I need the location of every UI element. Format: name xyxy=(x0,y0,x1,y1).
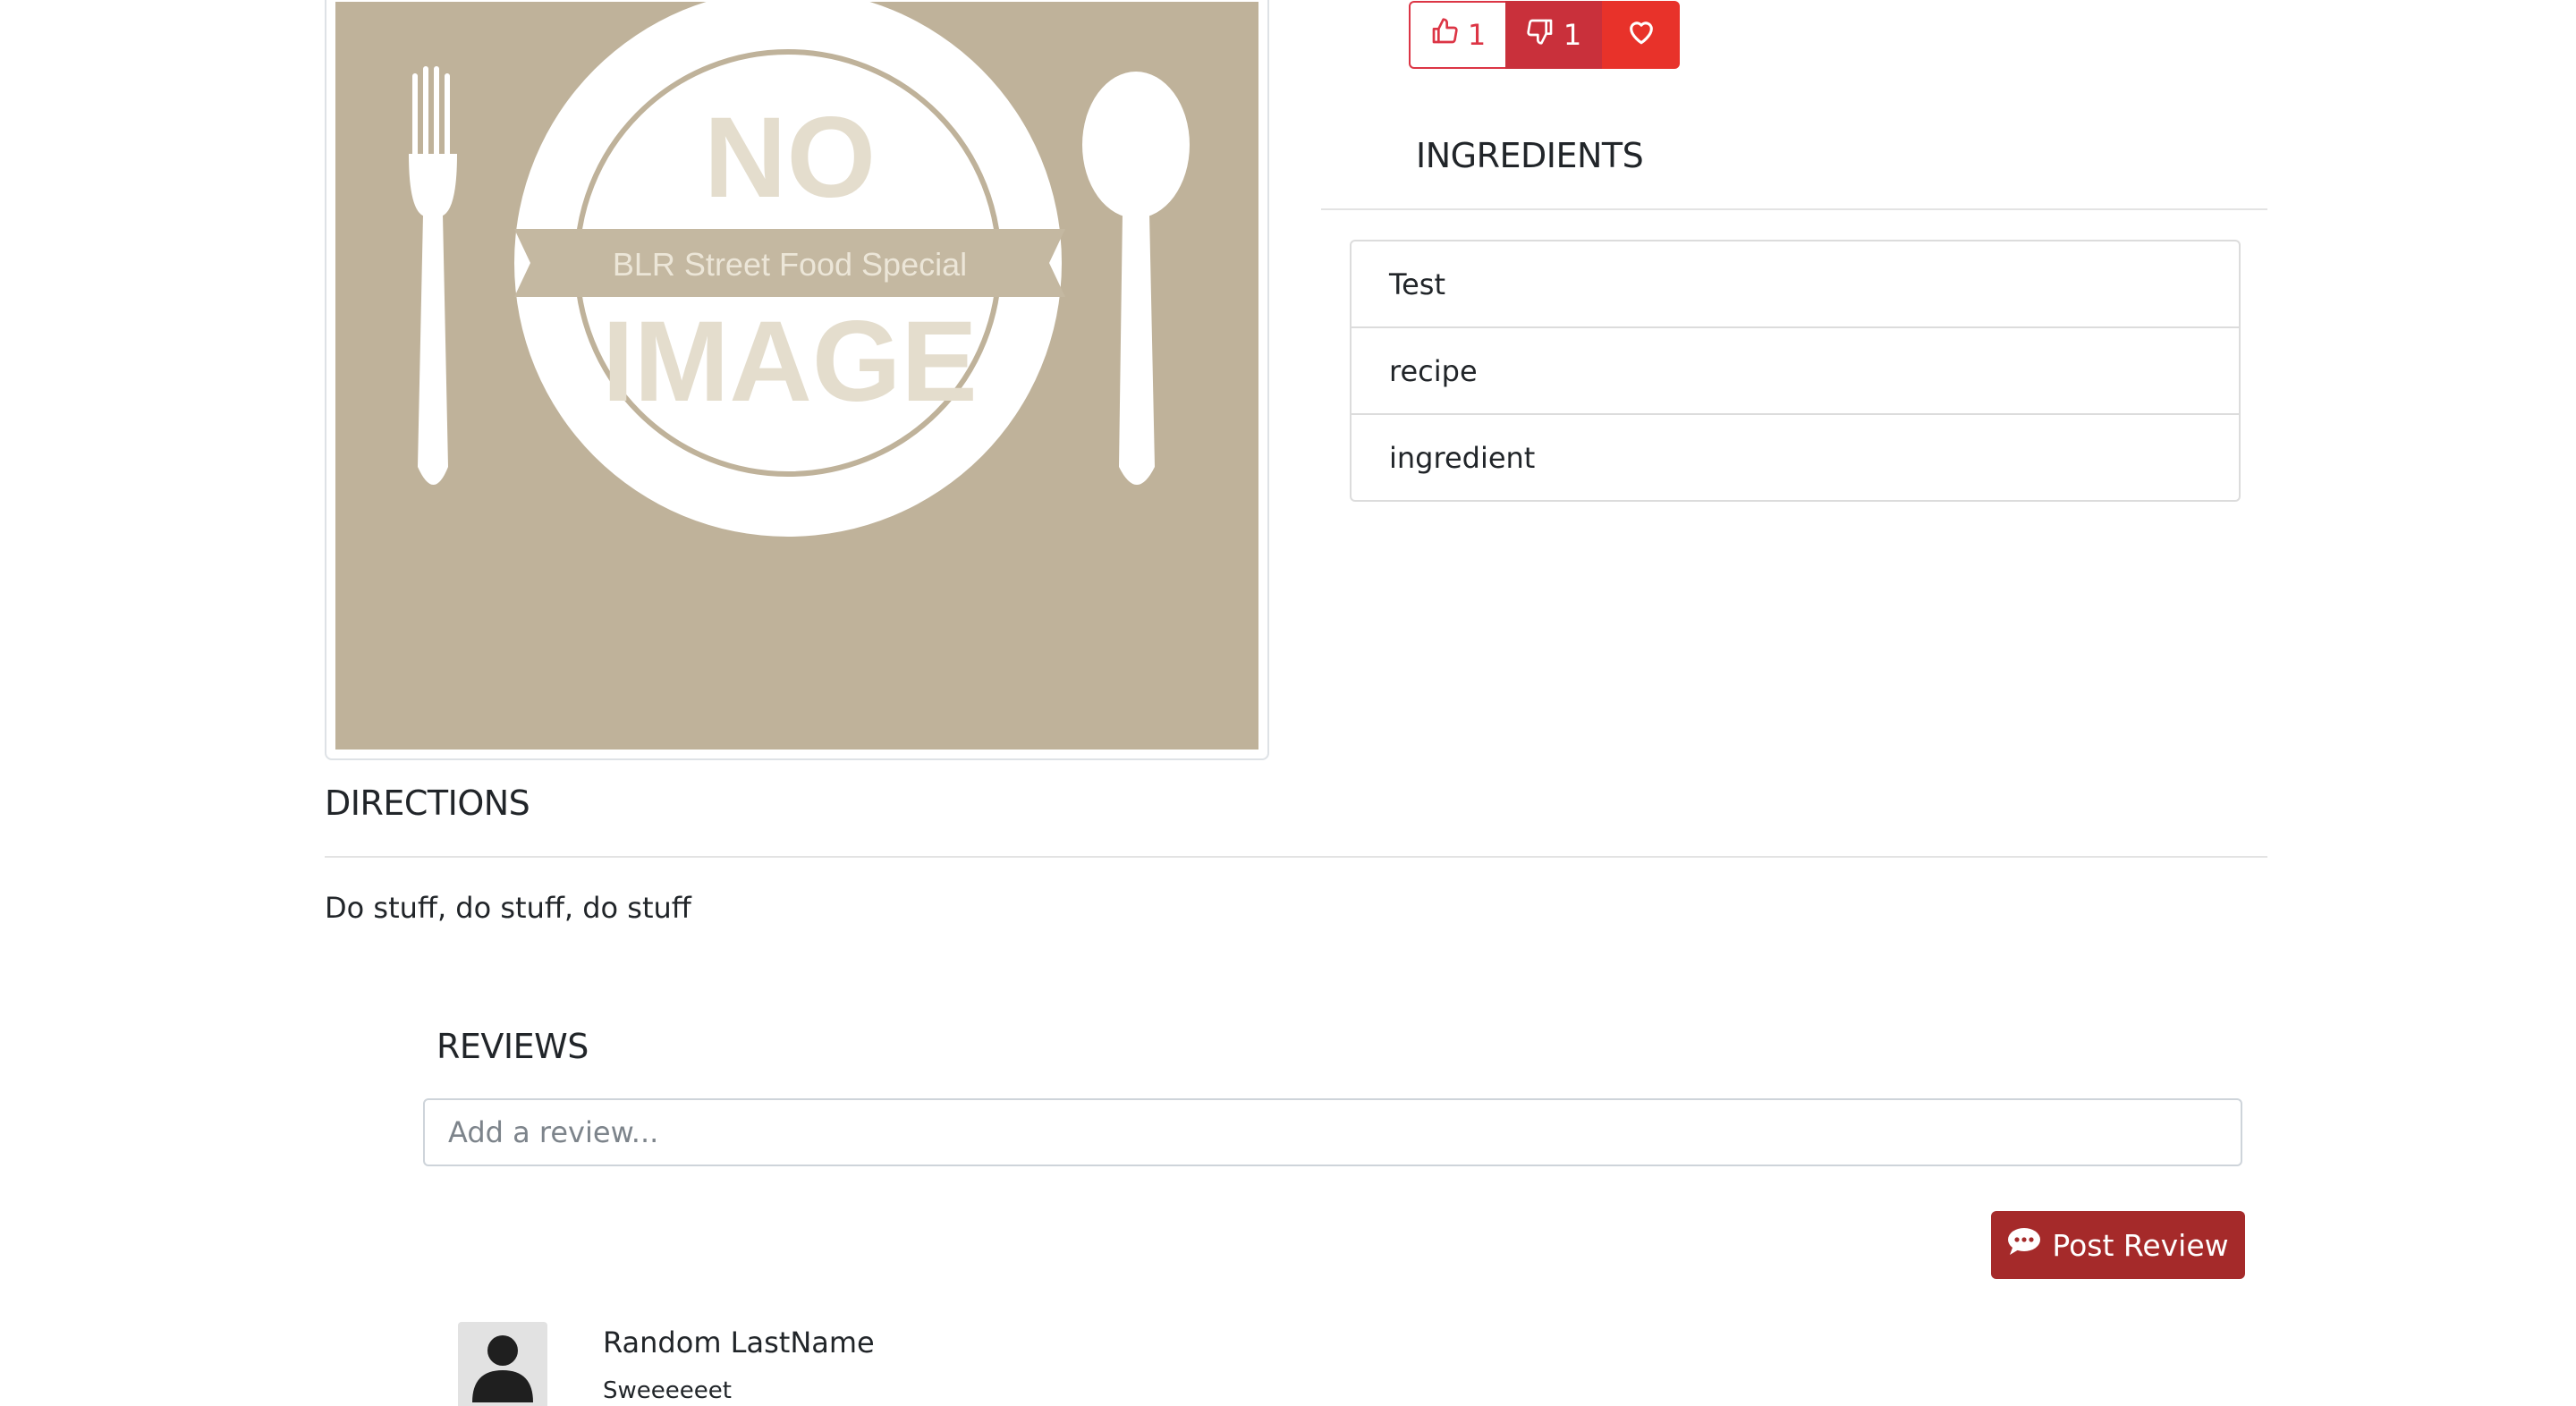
no-image-banner-text: BLR Street Food Special xyxy=(613,246,967,283)
thumbs-up-icon xyxy=(1430,17,1459,53)
list-item: recipe xyxy=(1352,328,2239,415)
reviews-heading: REVIEWS xyxy=(436,1027,589,1066)
list-item: Test xyxy=(1352,241,2239,328)
avatar xyxy=(458,1322,547,1406)
review-input[interactable] xyxy=(423,1098,2242,1166)
ingredients-divider xyxy=(1321,208,2267,210)
thumbs-down-icon xyxy=(1526,17,1555,53)
no-image-line1-text: NO xyxy=(704,94,876,222)
review-author: Random LastName xyxy=(603,1326,875,1359)
post-review-button[interactable]: Post Review xyxy=(1991,1211,2245,1279)
dislike-count: 1 xyxy=(1563,18,1582,52)
list-item: ingredient xyxy=(1389,440,1536,475)
fork-icon xyxy=(409,66,457,485)
recipe-image-placeholder: BLR Street Food Special NO IMAGE xyxy=(335,2,1258,750)
vote-button-group: 1 1 xyxy=(1409,1,1680,69)
no-image-illustration: BLR Street Food Special NO IMAGE xyxy=(409,2,1190,537)
recipe-page: BLR Street Food Special NO IMAGE 1 1 ING… xyxy=(0,0,2576,1406)
heart-icon xyxy=(1626,16,1657,54)
like-count: 1 xyxy=(1467,18,1487,52)
post-review-label: Post Review xyxy=(2052,1227,2229,1263)
directions-heading: DIRECTIONS xyxy=(325,783,530,823)
comment-dots-icon xyxy=(2007,1226,2041,1264)
no-image-line2-text: IMAGE xyxy=(602,298,978,426)
recipe-image-frame: BLR Street Food Special NO IMAGE xyxy=(325,0,1269,760)
directions-text: Do stuff, do stuff, do stuff xyxy=(325,891,691,925)
directions-divider xyxy=(325,856,2267,858)
review-body: Sweeeeeet xyxy=(603,1377,732,1404)
user-silhouette-icon xyxy=(472,1335,533,1402)
ingredient-list: Test recipe ingredient xyxy=(1350,240,2241,502)
dislike-button[interactable]: 1 xyxy=(1505,1,1602,69)
favorite-button[interactable] xyxy=(1602,1,1680,69)
ingredients-heading: INGREDIENTS xyxy=(1416,136,1644,175)
spoon-icon xyxy=(1082,72,1190,485)
like-button[interactable]: 1 xyxy=(1409,1,1505,69)
